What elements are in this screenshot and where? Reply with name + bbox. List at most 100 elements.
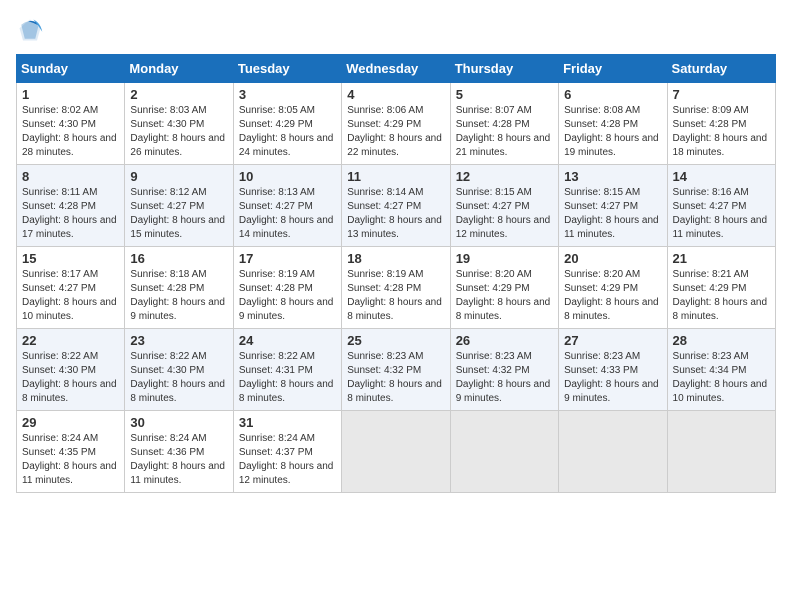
calendar-cell: 21 Sunrise: 8:21 AMSunset: 4:29 PMDaylig…: [667, 247, 775, 329]
calendar-cell: 23 Sunrise: 8:22 AMSunset: 4:30 PMDaylig…: [125, 329, 233, 411]
day-number: 18: [347, 251, 444, 266]
col-header-wednesday: Wednesday: [342, 55, 450, 83]
calendar-cell: 27 Sunrise: 8:23 AMSunset: 4:33 PMDaylig…: [559, 329, 667, 411]
calendar-cell: [342, 411, 450, 493]
day-number: 23: [130, 333, 227, 348]
col-header-friday: Friday: [559, 55, 667, 83]
day-number: 29: [22, 415, 119, 430]
calendar-cell: 3 Sunrise: 8:05 AMSunset: 4:29 PMDayligh…: [233, 83, 341, 165]
calendar-cell: 18 Sunrise: 8:19 AMSunset: 4:28 PMDaylig…: [342, 247, 450, 329]
day-number: 26: [456, 333, 553, 348]
day-info: Sunrise: 8:15 AMSunset: 4:27 PMDaylight:…: [456, 186, 553, 242]
calendar-cell: 1 Sunrise: 8:02 AMSunset: 4:30 PMDayligh…: [17, 83, 125, 165]
calendar-cell: 9 Sunrise: 8:12 AMSunset: 4:27 PMDayligh…: [125, 165, 233, 247]
day-info: Sunrise: 8:20 AMSunset: 4:29 PMDaylight:…: [564, 268, 661, 324]
day-number: 10: [239, 169, 336, 184]
day-info: Sunrise: 8:13 AMSunset: 4:27 PMDaylight:…: [239, 186, 336, 242]
day-info: Sunrise: 8:19 AMSunset: 4:28 PMDaylight:…: [239, 268, 336, 324]
day-number: 11: [347, 169, 444, 184]
day-info: Sunrise: 8:22 AMSunset: 4:31 PMDaylight:…: [239, 350, 336, 406]
day-number: 3: [239, 87, 336, 102]
col-header-tuesday: Tuesday: [233, 55, 341, 83]
page-header: [16, 16, 776, 44]
calendar-week-4: 22 Sunrise: 8:22 AMSunset: 4:30 PMDaylig…: [17, 329, 776, 411]
day-number: 7: [673, 87, 770, 102]
calendar-cell: 11 Sunrise: 8:14 AMSunset: 4:27 PMDaylig…: [342, 165, 450, 247]
day-info: Sunrise: 8:24 AMSunset: 4:36 PMDaylight:…: [130, 432, 227, 488]
day-info: Sunrise: 8:24 AMSunset: 4:35 PMDaylight:…: [22, 432, 119, 488]
day-number: 25: [347, 333, 444, 348]
calendar-cell: 17 Sunrise: 8:19 AMSunset: 4:28 PMDaylig…: [233, 247, 341, 329]
calendar-cell: 15 Sunrise: 8:17 AMSunset: 4:27 PMDaylig…: [17, 247, 125, 329]
calendar-cell: [450, 411, 558, 493]
day-number: 16: [130, 251, 227, 266]
col-header-thursday: Thursday: [450, 55, 558, 83]
day-number: 31: [239, 415, 336, 430]
calendar-cell: 24 Sunrise: 8:22 AMSunset: 4:31 PMDaylig…: [233, 329, 341, 411]
calendar-cell: 31 Sunrise: 8:24 AMSunset: 4:37 PMDaylig…: [233, 411, 341, 493]
col-header-monday: Monday: [125, 55, 233, 83]
logo: [16, 16, 48, 44]
day-info: Sunrise: 8:03 AMSunset: 4:30 PMDaylight:…: [130, 104, 227, 160]
calendar-header-row: SundayMondayTuesdayWednesdayThursdayFrid…: [17, 55, 776, 83]
day-number: 22: [22, 333, 119, 348]
day-number: 2: [130, 87, 227, 102]
day-number: 8: [22, 169, 119, 184]
calendar-cell: 13 Sunrise: 8:15 AMSunset: 4:27 PMDaylig…: [559, 165, 667, 247]
calendar-cell: 16 Sunrise: 8:18 AMSunset: 4:28 PMDaylig…: [125, 247, 233, 329]
day-number: 17: [239, 251, 336, 266]
calendar-cell: 14 Sunrise: 8:16 AMSunset: 4:27 PMDaylig…: [667, 165, 775, 247]
day-info: Sunrise: 8:23 AMSunset: 4:33 PMDaylight:…: [564, 350, 661, 406]
calendar-cell: 10 Sunrise: 8:13 AMSunset: 4:27 PMDaylig…: [233, 165, 341, 247]
day-number: 20: [564, 251, 661, 266]
day-info: Sunrise: 8:02 AMSunset: 4:30 PMDaylight:…: [22, 104, 119, 160]
day-info: Sunrise: 8:22 AMSunset: 4:30 PMDaylight:…: [130, 350, 227, 406]
day-number: 14: [673, 169, 770, 184]
calendar-cell: 4 Sunrise: 8:06 AMSunset: 4:29 PMDayligh…: [342, 83, 450, 165]
day-info: Sunrise: 8:14 AMSunset: 4:27 PMDaylight:…: [347, 186, 444, 242]
day-number: 13: [564, 169, 661, 184]
day-info: Sunrise: 8:24 AMSunset: 4:37 PMDaylight:…: [239, 432, 336, 488]
day-info: Sunrise: 8:21 AMSunset: 4:29 PMDaylight:…: [673, 268, 770, 324]
calendar-cell: 20 Sunrise: 8:20 AMSunset: 4:29 PMDaylig…: [559, 247, 667, 329]
day-number: 19: [456, 251, 553, 266]
calendar-cell: 7 Sunrise: 8:09 AMSunset: 4:28 PMDayligh…: [667, 83, 775, 165]
calendar-week-2: 8 Sunrise: 8:11 AMSunset: 4:28 PMDayligh…: [17, 165, 776, 247]
day-number: 6: [564, 87, 661, 102]
calendar-cell: 25 Sunrise: 8:23 AMSunset: 4:32 PMDaylig…: [342, 329, 450, 411]
day-number: 30: [130, 415, 227, 430]
col-header-sunday: Sunday: [17, 55, 125, 83]
day-info: Sunrise: 8:23 AMSunset: 4:32 PMDaylight:…: [456, 350, 553, 406]
calendar-table: SundayMondayTuesdayWednesdayThursdayFrid…: [16, 54, 776, 493]
calendar-cell: 29 Sunrise: 8:24 AMSunset: 4:35 PMDaylig…: [17, 411, 125, 493]
calendar-cell: 22 Sunrise: 8:22 AMSunset: 4:30 PMDaylig…: [17, 329, 125, 411]
col-header-saturday: Saturday: [667, 55, 775, 83]
day-info: Sunrise: 8:16 AMSunset: 4:27 PMDaylight:…: [673, 186, 770, 242]
calendar-cell: 2 Sunrise: 8:03 AMSunset: 4:30 PMDayligh…: [125, 83, 233, 165]
day-info: Sunrise: 8:15 AMSunset: 4:27 PMDaylight:…: [564, 186, 661, 242]
day-info: Sunrise: 8:06 AMSunset: 4:29 PMDaylight:…: [347, 104, 444, 160]
day-info: Sunrise: 8:18 AMSunset: 4:28 PMDaylight:…: [130, 268, 227, 324]
calendar-cell: 8 Sunrise: 8:11 AMSunset: 4:28 PMDayligh…: [17, 165, 125, 247]
day-info: Sunrise: 8:22 AMSunset: 4:30 PMDaylight:…: [22, 350, 119, 406]
day-number: 5: [456, 87, 553, 102]
general-blue-logo-icon: [16, 16, 44, 44]
calendar-cell: 28 Sunrise: 8:23 AMSunset: 4:34 PMDaylig…: [667, 329, 775, 411]
day-number: 24: [239, 333, 336, 348]
day-number: 1: [22, 87, 119, 102]
day-info: Sunrise: 8:23 AMSunset: 4:34 PMDaylight:…: [673, 350, 770, 406]
calendar-cell: 6 Sunrise: 8:08 AMSunset: 4:28 PMDayligh…: [559, 83, 667, 165]
day-number: 27: [564, 333, 661, 348]
calendar-cell: [559, 411, 667, 493]
calendar-cell: [667, 411, 775, 493]
calendar-cell: 26 Sunrise: 8:23 AMSunset: 4:32 PMDaylig…: [450, 329, 558, 411]
day-info: Sunrise: 8:19 AMSunset: 4:28 PMDaylight:…: [347, 268, 444, 324]
day-info: Sunrise: 8:09 AMSunset: 4:28 PMDaylight:…: [673, 104, 770, 160]
calendar-week-3: 15 Sunrise: 8:17 AMSunset: 4:27 PMDaylig…: [17, 247, 776, 329]
day-number: 9: [130, 169, 227, 184]
calendar-week-1: 1 Sunrise: 8:02 AMSunset: 4:30 PMDayligh…: [17, 83, 776, 165]
day-number: 21: [673, 251, 770, 266]
day-info: Sunrise: 8:11 AMSunset: 4:28 PMDaylight:…: [22, 186, 119, 242]
calendar-week-5: 29 Sunrise: 8:24 AMSunset: 4:35 PMDaylig…: [17, 411, 776, 493]
day-info: Sunrise: 8:05 AMSunset: 4:29 PMDaylight:…: [239, 104, 336, 160]
